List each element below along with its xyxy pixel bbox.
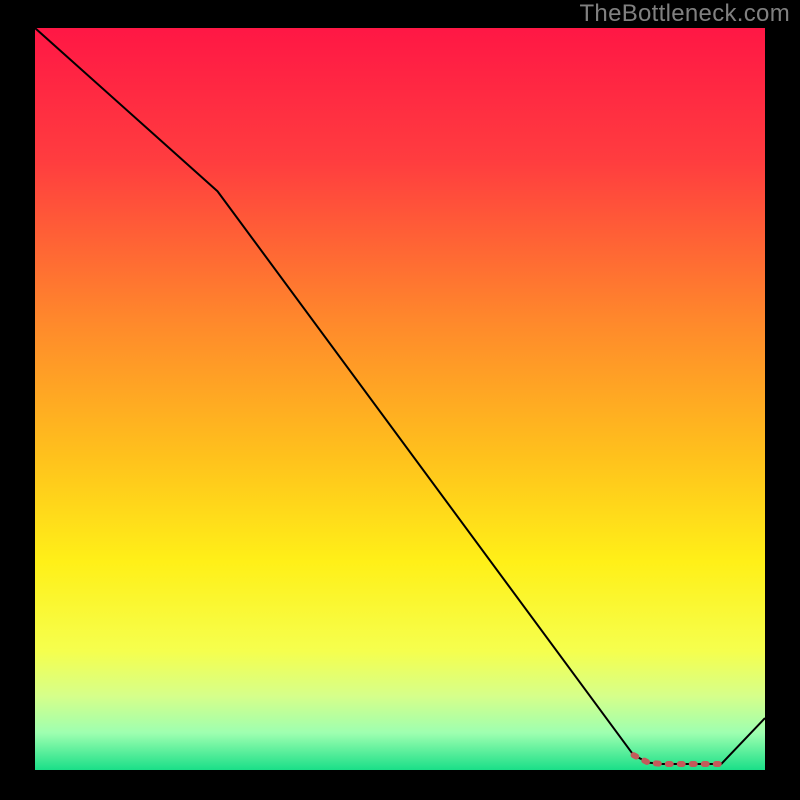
chart-svg	[35, 28, 765, 770]
attribution-text: TheBottleneck.com	[579, 0, 790, 28]
chart-frame: TheBottleneck.com	[0, 0, 800, 800]
chart-plot-area	[35, 28, 765, 770]
chart-background	[35, 28, 765, 770]
